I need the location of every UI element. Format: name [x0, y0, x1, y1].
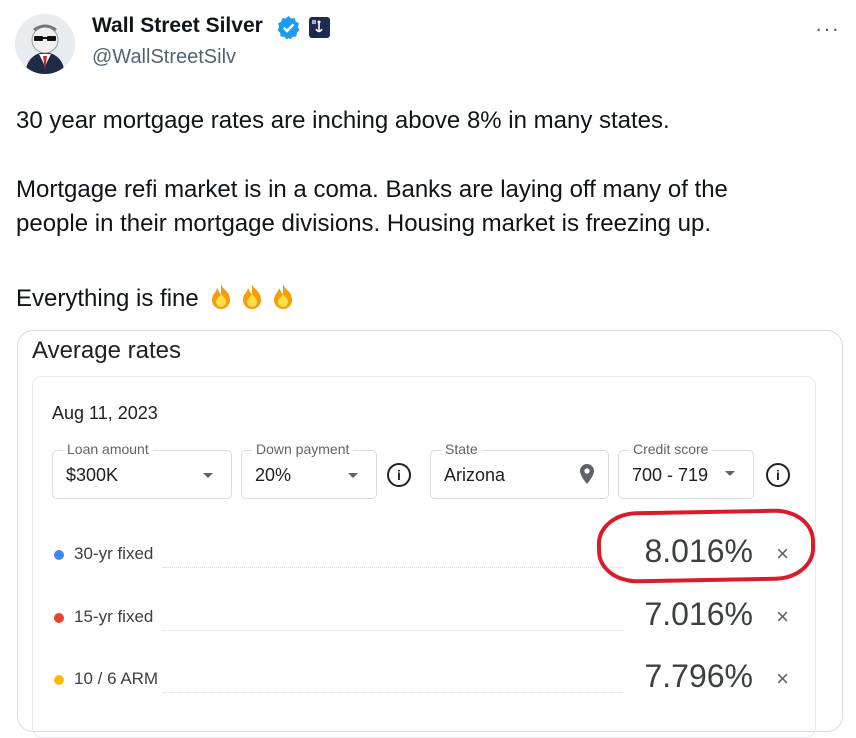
- more-dots-icon[interactable]: ···: [815, 16, 840, 42]
- affiliate-badge-icon[interactable]: [309, 17, 330, 38]
- rate-row-15yr[interactable]: 15-yr fixed 7.016% ×: [33, 596, 815, 636]
- down-payment-value: 20%: [255, 465, 292, 485]
- chevron-down-icon: [348, 473, 358, 478]
- rate-row-arm[interactable]: 10 / 6 ARM 7.796% ×: [33, 658, 815, 698]
- chevron-down-icon: [203, 473, 213, 478]
- fire-icon: [268, 282, 298, 317]
- tweet-text-line: Everything is fine: [16, 285, 199, 312]
- info-icon[interactable]: i: [387, 463, 411, 487]
- dotted-leader: [163, 567, 623, 568]
- tweet-text-line: Mortgage refi market is in a coma. Banks…: [16, 176, 728, 203]
- series-dot: [54, 613, 64, 623]
- series-dot: [54, 675, 64, 685]
- rate-value: 7.796%: [644, 658, 753, 694]
- author-handle[interactable]: @WallStreetSilv: [92, 46, 236, 69]
- rates-date: Aug 11, 2023: [52, 403, 158, 423]
- chevron-down-icon: [725, 471, 735, 476]
- location-pin-icon: [580, 464, 594, 489]
- hand-drawn-highlight-circle: [596, 508, 816, 584]
- loan-amount-select[interactable]: Loan amount $300K: [52, 441, 232, 499]
- loan-amount-label: Loan amount: [63, 441, 153, 457]
- rate-label: 30-yr fixed: [74, 544, 154, 563]
- dotted-leader: [163, 692, 623, 693]
- tweet-text-line: Everything is fine: [16, 282, 298, 317]
- close-icon[interactable]: ×: [776, 666, 789, 692]
- tweet-text-line: people in their mortgage divisions. Hous…: [16, 210, 712, 237]
- credit-score-value: 700 - 719: [632, 465, 709, 485]
- dotted-leader: [163, 630, 623, 631]
- credit-score-label: Credit score: [629, 441, 713, 457]
- down-payment-select[interactable]: Down payment 20%: [241, 441, 377, 499]
- rate-value: 7.016%: [644, 596, 753, 632]
- author-name[interactable]: Wall Street Silver: [92, 14, 263, 38]
- info-icon[interactable]: i: [766, 463, 790, 487]
- close-icon[interactable]: ×: [776, 604, 789, 630]
- loan-amount-value: $300K: [66, 465, 119, 485]
- fire-icon: [237, 282, 267, 317]
- state-value: Arizona: [444, 465, 506, 485]
- state-select[interactable]: State Arizona: [430, 441, 609, 499]
- down-payment-label: Down payment: [252, 441, 354, 457]
- fire-icon: [206, 282, 236, 317]
- tweet-text-line: 30 year mortgage rates are inching above…: [16, 107, 670, 134]
- state-label: State: [441, 441, 482, 457]
- card-title: Average rates: [32, 337, 181, 364]
- credit-score-select[interactable]: Credit score 700 - 719: [618, 441, 754, 499]
- rate-label: 10 / 6 ARM: [74, 669, 159, 688]
- rate-label: 15-yr fixed: [74, 607, 154, 626]
- series-dot: [54, 550, 64, 560]
- verified-badge-icon: [277, 16, 300, 40]
- avatar[interactable]: [15, 14, 75, 74]
